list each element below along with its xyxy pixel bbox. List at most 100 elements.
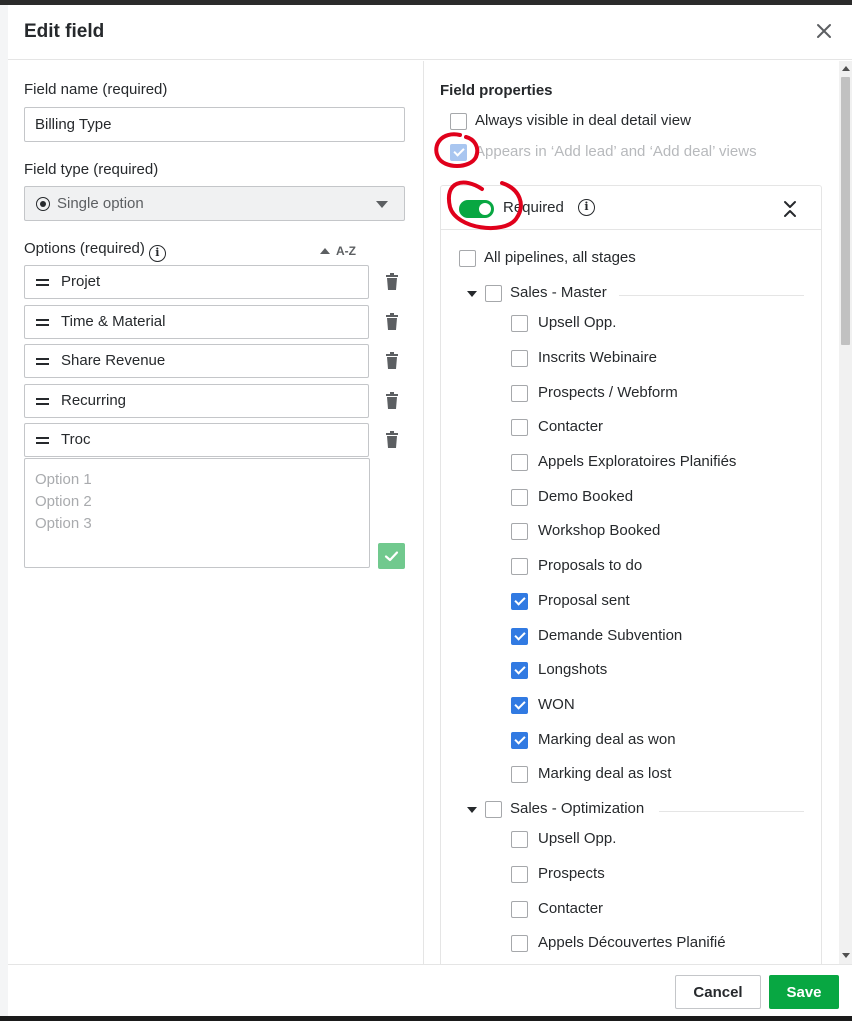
field-settings-pane: Field name (required) Field type (requir… [8,61,424,964]
option-row[interactable]: Share Revenue [24,344,369,378]
new-options-textarea[interactable]: Option 1 Option 2 Option 3 [24,458,370,568]
stage-label: Upsell Opp. [538,830,617,848]
pipeline-name: Sales - Optimization [510,799,645,817]
stage-checkbox[interactable] [511,627,528,645]
stage-label: Proposal sent [538,591,630,609]
group-divider [659,810,804,812]
option-label: Time & Material [61,312,166,330]
expand-caret-icon[interactable] [467,806,477,813]
pipeline-name: Sales - Master [510,283,607,301]
option-placeholder: Option 3 [35,515,92,532]
field-type-select[interactable]: Single option [24,186,405,221]
check-icon [384,551,399,562]
stage-label: Prospects / Webform [538,383,678,401]
modal-footer: Cancel Save [8,964,852,1016]
drag-handle-icon[interactable] [36,437,49,444]
stage-checkbox[interactable] [511,766,528,784]
all-pipelines-checkbox[interactable] [459,250,476,267]
cancel-button[interactable]: Cancel [675,975,761,1009]
stage-checkbox[interactable] [511,558,528,576]
drag-handle-icon[interactable] [36,279,49,286]
modal-title: Edit field [24,21,105,42]
field-properties-title: Field properties [440,82,553,99]
option-row[interactable]: Projet [24,265,369,299]
always-visible-label: Always visible in deal detail view [475,112,691,129]
all-pipelines-label: All pipelines, all stages [484,249,636,266]
always-visible-checkbox[interactable] [450,113,467,130]
trash-icon[interactable] [384,273,400,291]
stage-label: Inscrits Webinaire [538,348,657,366]
stage-label: Upsell Opp. [538,314,617,332]
stage-checkbox[interactable] [511,731,528,749]
window-bottom-edge [0,1016,852,1021]
required-label: Required [503,199,564,216]
drag-handle-icon[interactable] [36,318,49,326]
single-option-icon [36,197,50,211]
scrollbar[interactable] [839,61,852,964]
required-settings-card: Required i All pipelines, all stages Sale… [440,185,822,964]
appears-in-add-views-checkbox [450,144,467,161]
stage-label: Marking deal as won [538,730,676,748]
scroll-down-icon[interactable] [842,953,850,958]
collapse-icon[interactable] [783,200,797,218]
close-icon[interactable] [812,19,836,43]
stage-checkbox[interactable] [511,454,528,471]
stage-checkbox[interactable] [511,349,528,367]
field-name-label: Field name (required) [24,81,168,98]
stage-label: Demo Booked [538,487,634,505]
stage-label: Proposals to do [538,557,643,575]
stage-checkbox[interactable] [511,523,528,541]
stage-label: Appels Exploratoires Planifiés [538,453,737,470]
stage-checkbox[interactable] [511,662,528,680]
group-divider [619,294,804,296]
scroll-up-icon[interactable] [842,66,850,71]
stage-checkbox[interactable] [511,488,528,506]
stage-label: Appels Découvertes Planifié [538,934,726,952]
field-type-value: Single option [57,195,144,212]
field-name-input[interactable] [24,107,405,142]
option-label: Recurring [61,391,127,409]
expand-caret-icon[interactable] [467,290,477,297]
appears-in-add-views-label: Appears in ‘Add lead’ and ‘Add deal’ vie… [475,143,757,160]
drag-handle-icon[interactable] [36,358,49,365]
option-row[interactable]: Recurring [24,383,369,418]
stage-checkbox[interactable] [511,315,528,333]
required-header: Required i [441,186,821,230]
field-properties-pane: Field properties Always visible in deal … [425,61,852,964]
save-button[interactable]: Save [769,975,839,1009]
edit-field-modal: Edit field Field name (required) Field t… [8,5,852,1016]
trash-icon[interactable] [384,431,400,449]
stage-checkbox[interactable] [511,831,528,849]
trash-icon[interactable] [384,391,400,410]
stage-label: WON [538,695,575,713]
option-label: Share Revenue [61,352,166,369]
options-label-text: Options (required) [24,240,145,257]
stage-checkbox[interactable] [511,900,528,918]
trash-icon[interactable] [384,352,400,370]
option-placeholder: Option 2 [35,493,92,510]
drag-handle-icon[interactable] [36,397,49,405]
trash-icon[interactable] [384,312,400,331]
pipeline-checkbox[interactable] [485,284,502,302]
scrollbar-thumb[interactable] [841,77,850,345]
option-label: Troc [61,431,91,448]
info-icon[interactable]: i [148,245,166,262]
option-row[interactable]: Time & Material [24,304,369,339]
stage-checkbox[interactable] [511,696,528,714]
pipeline-checkbox[interactable] [485,800,502,818]
stage-checkbox[interactable] [511,419,528,437]
sort-label: A-Z [336,244,356,258]
stage-checkbox[interactable] [511,865,528,883]
info-icon[interactable]: i [578,199,595,216]
option-row[interactable]: Troc [24,423,369,457]
stage-checkbox[interactable] [511,592,528,610]
stage-label: Marking deal as lost [538,765,672,783]
sort-az-button[interactable]: A-Z [320,244,356,258]
required-toggle[interactable] [459,200,494,218]
stage-checkbox[interactable] [511,384,528,402]
stage-checkbox[interactable] [511,935,528,953]
background-page-edge [0,5,8,1016]
modal-header: Edit field [8,5,852,60]
sort-up-icon [320,248,330,254]
confirm-options-button[interactable] [378,543,405,569]
